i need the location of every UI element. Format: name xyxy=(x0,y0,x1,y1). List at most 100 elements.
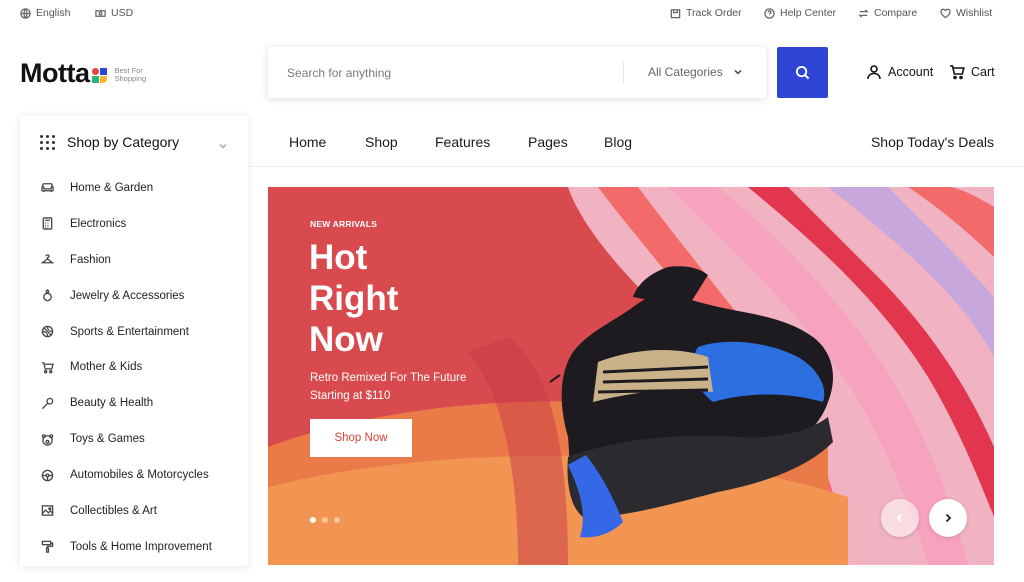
hero-banner: NEW ARRIVALS Hot Right Now Retro Remixed… xyxy=(268,187,994,565)
category-item-jewelry-accessories[interactable]: Jewelry & Accessories xyxy=(40,278,212,314)
language-selector[interactable]: English xyxy=(20,7,70,19)
language-label: English xyxy=(36,7,71,19)
chevron-down-icon xyxy=(734,69,742,75)
category-label: Electronics xyxy=(70,217,127,230)
category-label: Collectibles & Art xyxy=(70,504,157,517)
category-item-toys-games[interactable]: Toys & Games xyxy=(40,421,212,457)
compare-link[interactable]: Compare xyxy=(858,7,917,19)
picture-icon xyxy=(41,505,53,517)
hero-kicker: NEW ARRIVALS xyxy=(310,219,378,229)
slide-dot[interactable] xyxy=(322,517,328,523)
category-label: Automobiles & Motorcycles xyxy=(70,469,209,482)
search-input[interactable] xyxy=(268,47,623,98)
wishlist-link[interactable]: Wishlist xyxy=(940,7,992,19)
account-label: Account xyxy=(888,65,934,79)
category-label: Tools & Home Improvement xyxy=(70,540,212,553)
next-slide-button[interactable] xyxy=(929,499,967,537)
category-item-tools-home-improvement[interactable]: Tools & Home Improvement xyxy=(40,529,212,565)
top-bar: English USD Track Order Help Center Comp… xyxy=(0,0,1024,28)
chevron-right-icon xyxy=(945,513,952,523)
user-icon xyxy=(867,65,881,80)
search-icon xyxy=(795,65,810,80)
shop-now-button[interactable]: Shop Now xyxy=(310,419,412,457)
sofa-icon xyxy=(40,183,54,193)
hero-title-line: Hot xyxy=(309,238,368,277)
site-logo[interactable]: Motta Best For Shopping xyxy=(20,58,146,89)
cart-link[interactable]: Cart xyxy=(949,64,995,80)
wishlist-label: Wishlist xyxy=(956,7,993,19)
category-label: Home & Garden xyxy=(70,181,154,194)
category-list: Home & Garden Electronics Fashion Jewelr… xyxy=(40,170,212,565)
category-sidebar: Shop by Category Home & Garden Electroni… xyxy=(20,116,248,566)
category-item-automobiles-motorcycles[interactable]: Automobiles & Motorcycles xyxy=(40,457,212,493)
shop-by-category-title: Shop by Category xyxy=(67,134,180,150)
slide-pagination xyxy=(310,517,340,523)
category-label: Beauty & Health xyxy=(70,397,154,410)
calculator-icon xyxy=(42,217,52,231)
help-center-link[interactable]: Help Center xyxy=(764,7,836,19)
nav-shop[interactable]: Shop xyxy=(365,134,398,150)
category-item-beauty-health[interactable]: Beauty & Health xyxy=(40,385,212,421)
cash-icon xyxy=(95,9,106,17)
search-button[interactable] xyxy=(777,47,828,98)
category-label: Jewelry & Accessories xyxy=(70,289,185,302)
box-icon xyxy=(670,8,681,18)
chevron-down-icon xyxy=(219,143,227,149)
logo-tagline: Best For Shopping xyxy=(114,67,146,83)
category-label: Toys & Games xyxy=(70,433,145,446)
previous-slide-button[interactable] xyxy=(881,499,919,537)
hero-title: Hot Right Now xyxy=(309,237,509,360)
nav-home[interactable]: Home xyxy=(289,134,326,150)
track-order-label: Track Order xyxy=(686,7,742,19)
ring-icon xyxy=(42,289,52,302)
currency-label: USD xyxy=(111,7,134,19)
stroller-icon xyxy=(41,362,54,374)
ball-icon xyxy=(41,325,53,338)
teddy-icon xyxy=(41,433,53,446)
currency-selector[interactable]: USD xyxy=(95,7,133,19)
category-label: Mother & Kids xyxy=(70,361,143,374)
grid-dots-icon xyxy=(40,134,55,150)
category-item-electronics[interactable]: Electronics xyxy=(40,206,212,242)
logo-wordmark: Motta xyxy=(20,58,90,88)
category-select-label: All Categories xyxy=(648,65,723,79)
category-select[interactable]: All Categories xyxy=(648,65,743,79)
cart-icon xyxy=(950,65,965,80)
track-order-link[interactable]: Track Order xyxy=(670,7,742,19)
hero-price-line: Starting at $110 xyxy=(310,390,391,402)
slide-dot[interactable] xyxy=(334,517,340,523)
paint-roller-icon xyxy=(41,541,53,554)
slide-dot-active[interactable] xyxy=(310,517,316,523)
search-bar: All Categories xyxy=(268,47,766,98)
nav-blog[interactable]: Blog xyxy=(604,134,632,150)
category-label: Sports & Entertainment xyxy=(70,325,189,338)
cart-label: Cart xyxy=(971,65,995,79)
category-item-fashion[interactable]: Fashion xyxy=(40,242,212,278)
category-item-sports-entertainment[interactable]: Sports & Entertainment xyxy=(40,314,212,350)
category-label: Fashion xyxy=(70,253,111,266)
brush-icon xyxy=(41,397,53,409)
compare-arrows-icon xyxy=(858,8,869,18)
search-divider xyxy=(623,62,624,83)
hanger-icon xyxy=(40,254,54,264)
hero-title-line: Now xyxy=(309,320,383,359)
tagline-line2: Shopping xyxy=(114,74,147,83)
category-item-collectibles-art[interactable]: Collectibles & Art xyxy=(40,493,212,529)
compare-label: Compare xyxy=(874,7,918,19)
shop-by-category-toggle[interactable]: Shop by Category xyxy=(40,134,227,150)
logo-mark-icon xyxy=(92,67,108,84)
nav-features[interactable]: Features xyxy=(435,134,490,150)
question-circle-icon xyxy=(764,7,775,19)
nav-divider xyxy=(248,166,1024,167)
chevron-left-icon xyxy=(896,513,903,523)
hero-title-line: Right xyxy=(309,279,399,318)
category-item-home-garden[interactable]: Home & Garden xyxy=(40,170,212,206)
account-link[interactable]: Account xyxy=(866,64,933,80)
help-center-label: Help Center xyxy=(780,7,837,19)
todays-deals-link[interactable]: Shop Today's Deals xyxy=(871,134,994,150)
nav-pages[interactable]: Pages xyxy=(528,134,568,150)
category-item-mother-kids[interactable]: Mother & Kids xyxy=(40,349,212,385)
globe-icon xyxy=(20,7,31,19)
hero-subtitle-line: Retro Remixed For The Future xyxy=(310,372,467,384)
hero-subtitle: Retro Remixed For The Future Starting at… xyxy=(310,369,510,405)
